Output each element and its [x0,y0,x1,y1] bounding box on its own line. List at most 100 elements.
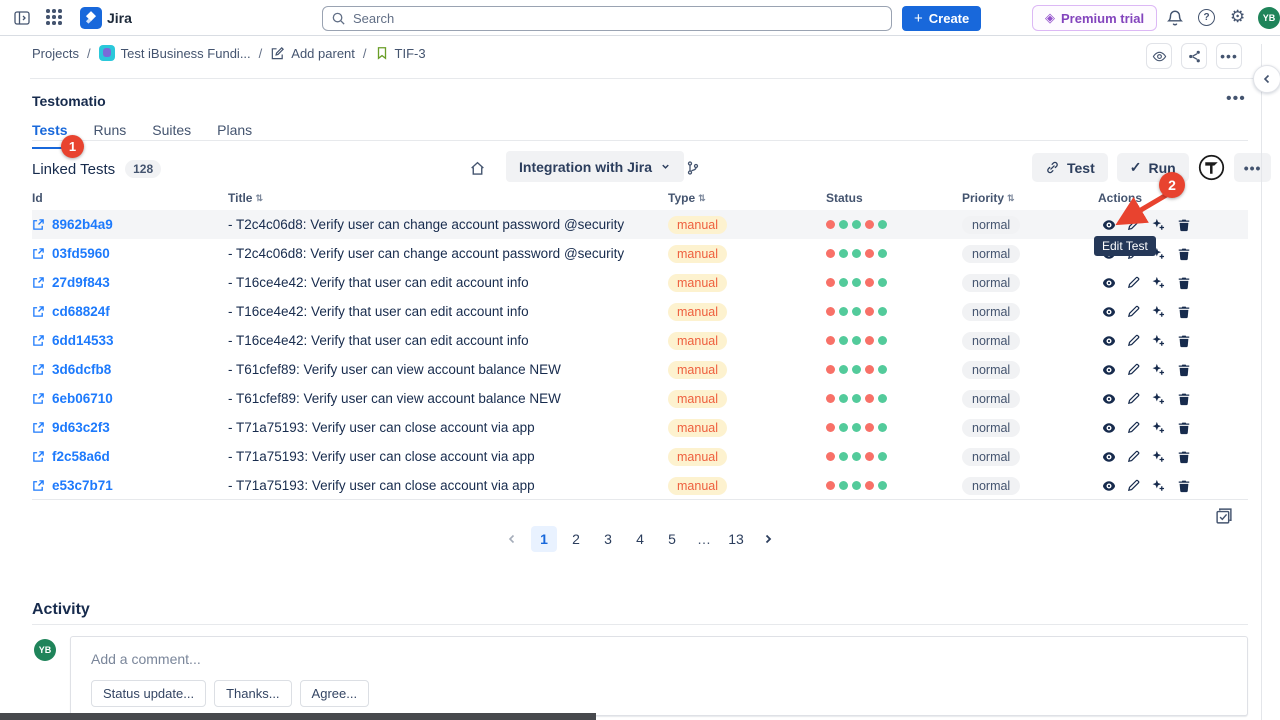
integration-dropdown[interactable]: Integration with Jira [506,151,684,182]
view-test-icon[interactable] [1100,419,1117,436]
create-button[interactable]: + Create [902,6,981,31]
delete-test-icon[interactable] [1175,361,1192,378]
test-id-link[interactable]: 3d6dcfb8 [52,362,111,377]
tab-suites[interactable]: Suites [152,122,191,149]
comment-box[interactable]: Add a comment... Status update... Thanks.… [70,636,1248,716]
column-header-title[interactable]: Title⇅ [228,191,668,205]
edit-test-icon[interactable] [1125,448,1142,465]
test-id-link[interactable]: 6eb06710 [52,391,113,406]
test-id-link[interactable]: cd68824f [52,304,110,319]
edit-test-icon[interactable] [1125,303,1142,320]
link-test-button[interactable]: Test [1032,153,1108,182]
jira-logo[interactable] [80,7,102,29]
page-button-2[interactable]: 2 [563,526,589,552]
table-row[interactable]: 3d6dcfb8 - T61cfef89: Verify user can vi… [32,355,1248,384]
view-test-icon[interactable] [1100,361,1117,378]
share-button[interactable] [1181,43,1207,69]
test-id-link[interactable]: f2c58a6d [52,449,110,464]
view-test-icon[interactable] [1100,303,1117,320]
view-test-icon[interactable] [1100,448,1117,465]
table-row[interactable]: 9d63c2f3 - T71a75193: Verify user can cl… [32,413,1248,442]
table-row[interactable]: 6eb06710 - T61cfef89: Verify user can vi… [32,384,1248,413]
comment-placeholder[interactable]: Add a comment... [91,651,1227,667]
delete-test-icon[interactable] [1175,332,1192,349]
ai-sparkles-icon[interactable] [1150,390,1167,407]
edit-test-icon[interactable] [1125,419,1142,436]
status-dot-fail [826,394,835,403]
settings-gear-icon[interactable]: ⚙ [1230,7,1245,27]
quick-reply-button[interactable]: Status update... [91,680,206,707]
view-test-icon[interactable] [1100,274,1117,291]
search-input[interactable]: Search [322,6,892,31]
branch-icon[interactable] [684,159,701,176]
column-header-type[interactable]: Type⇅ [668,191,826,205]
ai-sparkles-icon[interactable] [1150,477,1167,494]
ai-sparkles-icon[interactable] [1150,361,1167,378]
breadcrumb-issue[interactable]: TIF-3 [375,46,426,61]
test-id-link[interactable]: 9d63c2f3 [52,420,110,435]
table-row[interactable]: cd68824f - T16ce4e42: Verify that user c… [32,297,1248,326]
app-switcher-icon[interactable] [46,9,64,27]
issue-actions: ••• [1146,43,1242,69]
page-button-5[interactable]: 5 [659,526,685,552]
premium-trial-button[interactable]: ◈ Premium trial [1032,5,1157,31]
table-row[interactable]: e53c7b71 - T71a75193: Verify user can cl… [32,471,1248,500]
breadcrumb-projects[interactable]: Projects [32,46,79,61]
page-button-1[interactable]: 1 [531,526,557,552]
previous-page-icon[interactable] [499,526,525,552]
delete-test-icon[interactable] [1175,477,1192,494]
notifications-bell-icon[interactable] [1166,9,1184,27]
page-button-4[interactable]: 4 [627,526,653,552]
table-row[interactable]: 03fd5960 - T2c4c06d8: Verify user can ch… [32,239,1248,268]
delete-test-icon[interactable] [1175,448,1192,465]
next-page-icon[interactable] [755,526,781,552]
page-button-3[interactable]: 3 [595,526,621,552]
page-button-13[interactable]: 13 [723,526,749,552]
help-icon[interactable]: ? [1198,9,1215,26]
column-header-priority[interactable]: Priority⇅ [962,191,1098,205]
test-id-link[interactable]: e53c7b71 [52,478,113,493]
ai-sparkles-icon[interactable] [1150,332,1167,349]
breadcrumb-project[interactable]: Test iBusiness Fundi... [99,45,251,61]
quick-reply-button[interactable]: Thanks... [214,680,291,707]
add-parent-button[interactable]: Add parent [270,46,355,61]
edit-test-icon[interactable] [1125,477,1142,494]
table-row[interactable]: 6dd14533 - T16ce4e42: Verify that user c… [32,326,1248,355]
more-options-button[interactable]: ••• [1216,43,1242,69]
ai-sparkles-icon[interactable] [1150,448,1167,465]
test-id-link[interactable]: 8962b4a9 [52,217,113,232]
edit-test-icon[interactable] [1125,361,1142,378]
watch-eye-button[interactable] [1146,43,1172,69]
tab-plans[interactable]: Plans [217,122,252,149]
home-icon[interactable] [468,159,486,177]
ai-sparkles-icon[interactable] [1150,274,1167,291]
ai-sparkles-icon[interactable] [1150,419,1167,436]
view-test-icon[interactable] [1100,390,1117,407]
delete-test-icon[interactable] [1175,274,1192,291]
delete-test-icon[interactable] [1175,390,1192,407]
tab-runs[interactable]: Runs [94,122,127,149]
delete-test-icon[interactable] [1175,303,1192,320]
panel-more-icon[interactable]: ••• [1226,90,1246,108]
testomatio-logo[interactable] [1198,154,1225,181]
edit-test-icon[interactable] [1125,332,1142,349]
test-id-link[interactable]: 27d9f843 [52,275,110,290]
view-test-icon[interactable] [1100,477,1117,494]
panel-collapse-handle[interactable] [1253,65,1280,93]
ai-sparkles-icon[interactable] [1150,303,1167,320]
sidebar-toggle-icon[interactable] [12,8,32,28]
test-id-link[interactable]: 03fd5960 [52,246,110,261]
edit-test-icon[interactable] [1125,390,1142,407]
batch-select-icon[interactable] [1214,506,1234,526]
table-row[interactable]: f2c58a6d - T71a75193: Verify user can cl… [32,442,1248,471]
table-row[interactable]: 27d9f843 - T16ce4e42: Verify that user c… [32,268,1248,297]
delete-test-icon[interactable] [1175,245,1192,262]
user-avatar[interactable]: YB [1258,7,1280,29]
panel-toolbar-more-button[interactable]: ••• [1234,153,1272,182]
quick-reply-button[interactable]: Agree... [300,680,370,707]
view-test-icon[interactable] [1100,332,1117,349]
table-row[interactable]: 8962b4a9 - T2c4c06d8: Verify user can ch… [32,210,1248,239]
edit-test-icon[interactable] [1125,274,1142,291]
delete-test-icon[interactable] [1175,419,1192,436]
test-id-link[interactable]: 6dd14533 [52,333,114,348]
